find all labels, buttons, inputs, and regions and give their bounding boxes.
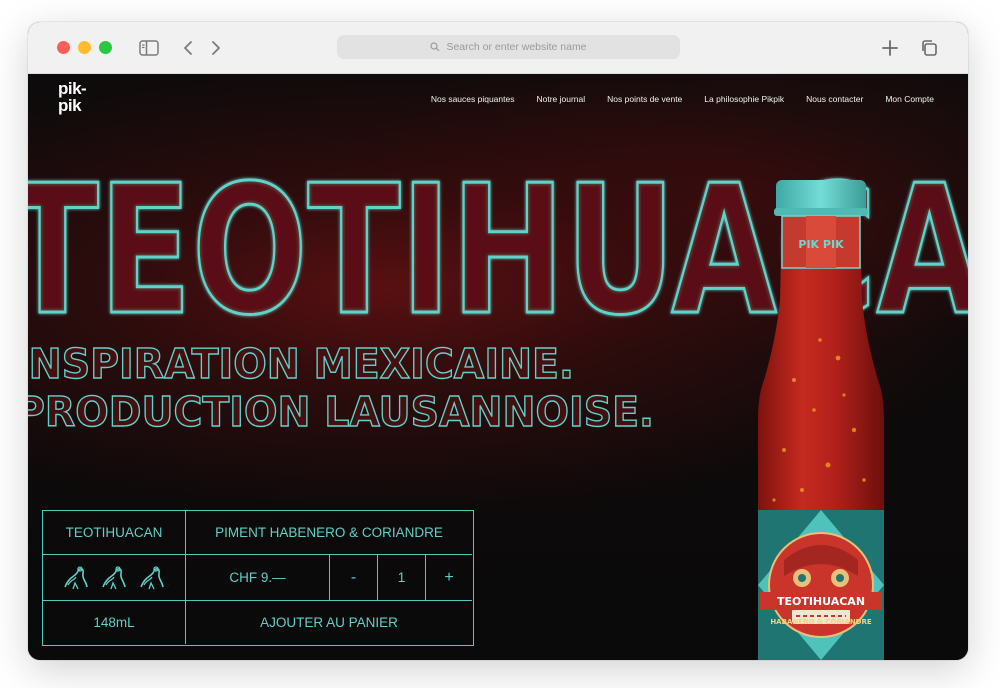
hot-sauce-bottle-image: PIK PIK TEOTIHUACAN HABANERO & CORIANDRE <box>758 180 884 660</box>
bottle-label-art: TEOTIHUACAN HABANERO & CORIANDRE <box>758 510 884 660</box>
address-bar[interactable]: Search or enter website name <box>337 35 680 59</box>
browser-window: Search or enter website name TEOTIHUACAN… <box>28 22 968 660</box>
chili-heat-icon <box>140 565 164 589</box>
maximize-window-button[interactable] <box>99 41 112 54</box>
quantity-value[interactable]: 1 <box>378 555 426 601</box>
product-volume: 148mL <box>43 601 186 644</box>
sidebar-toggle-icon[interactable] <box>137 36 161 60</box>
increase-quantity-button[interactable]: + <box>426 555 472 601</box>
forward-arrow-icon[interactable] <box>204 36 228 60</box>
browser-toolbar: Search or enter website name <box>28 22 968 74</box>
logo-line-2: pik <box>58 96 82 115</box>
chili-heat-icon <box>64 565 88 589</box>
main-navigation: Nos sauces piquantes Notre journal Nos p… <box>431 94 934 104</box>
chili-heat-icon <box>102 565 126 589</box>
hero-line-2: PRODUCTION LAUSANNOISE. <box>28 388 654 436</box>
close-window-button[interactable] <box>57 41 70 54</box>
heat-level-indicator <box>43 555 186 601</box>
nav-link-contact[interactable]: Nous contacter <box>806 94 863 104</box>
website-page: TEOTIHUACAN INSPIRATION MEXICAINE. PRODU… <box>28 74 968 660</box>
new-tab-plus-icon[interactable] <box>878 36 902 60</box>
bottle-label-sub: HABANERO & CORIANDRE <box>770 618 872 626</box>
address-placeholder: Search or enter website name <box>446 41 587 53</box>
nav-link-journal[interactable]: Notre journal <box>536 94 585 104</box>
search-icon <box>430 42 440 52</box>
nav-link-sauces[interactable]: Nos sauces piquantes <box>431 94 515 104</box>
minimize-window-button[interactable] <box>78 41 91 54</box>
product-flavor: PIMENT HABENERO & CORIANDRE <box>186 511 472 555</box>
logo-line-1: pik- <box>58 79 87 98</box>
bottle-label-name: TEOTIHUACAN <box>777 595 865 608</box>
hero-line-1: INSPIRATION MEXICAINE. <box>28 340 574 388</box>
product-price: CHF 9.— <box>186 555 330 601</box>
decrease-quantity-button[interactable]: - <box>330 555 378 601</box>
nav-link-account[interactable]: Mon Compte <box>885 94 934 104</box>
product-name: TEOTIHUACAN <box>43 511 186 555</box>
back-arrow-icon[interactable] <box>176 36 200 60</box>
product-box: TEOTIHUACAN PIMENT HABENERO & CORIANDRE <box>42 510 474 646</box>
bottle-brand: PIK PIK <box>798 238 844 251</box>
tab-overview-icon[interactable] <box>917 36 941 60</box>
add-to-cart-button[interactable]: AJOUTER AU PANIER <box>186 601 472 644</box>
nav-link-points-de-vente[interactable]: Nos points de vente <box>607 94 682 104</box>
nav-link-philosophie[interactable]: La philosophie Pikpik <box>704 94 784 104</box>
pikpik-logo[interactable]: pik- pik <box>58 79 87 115</box>
